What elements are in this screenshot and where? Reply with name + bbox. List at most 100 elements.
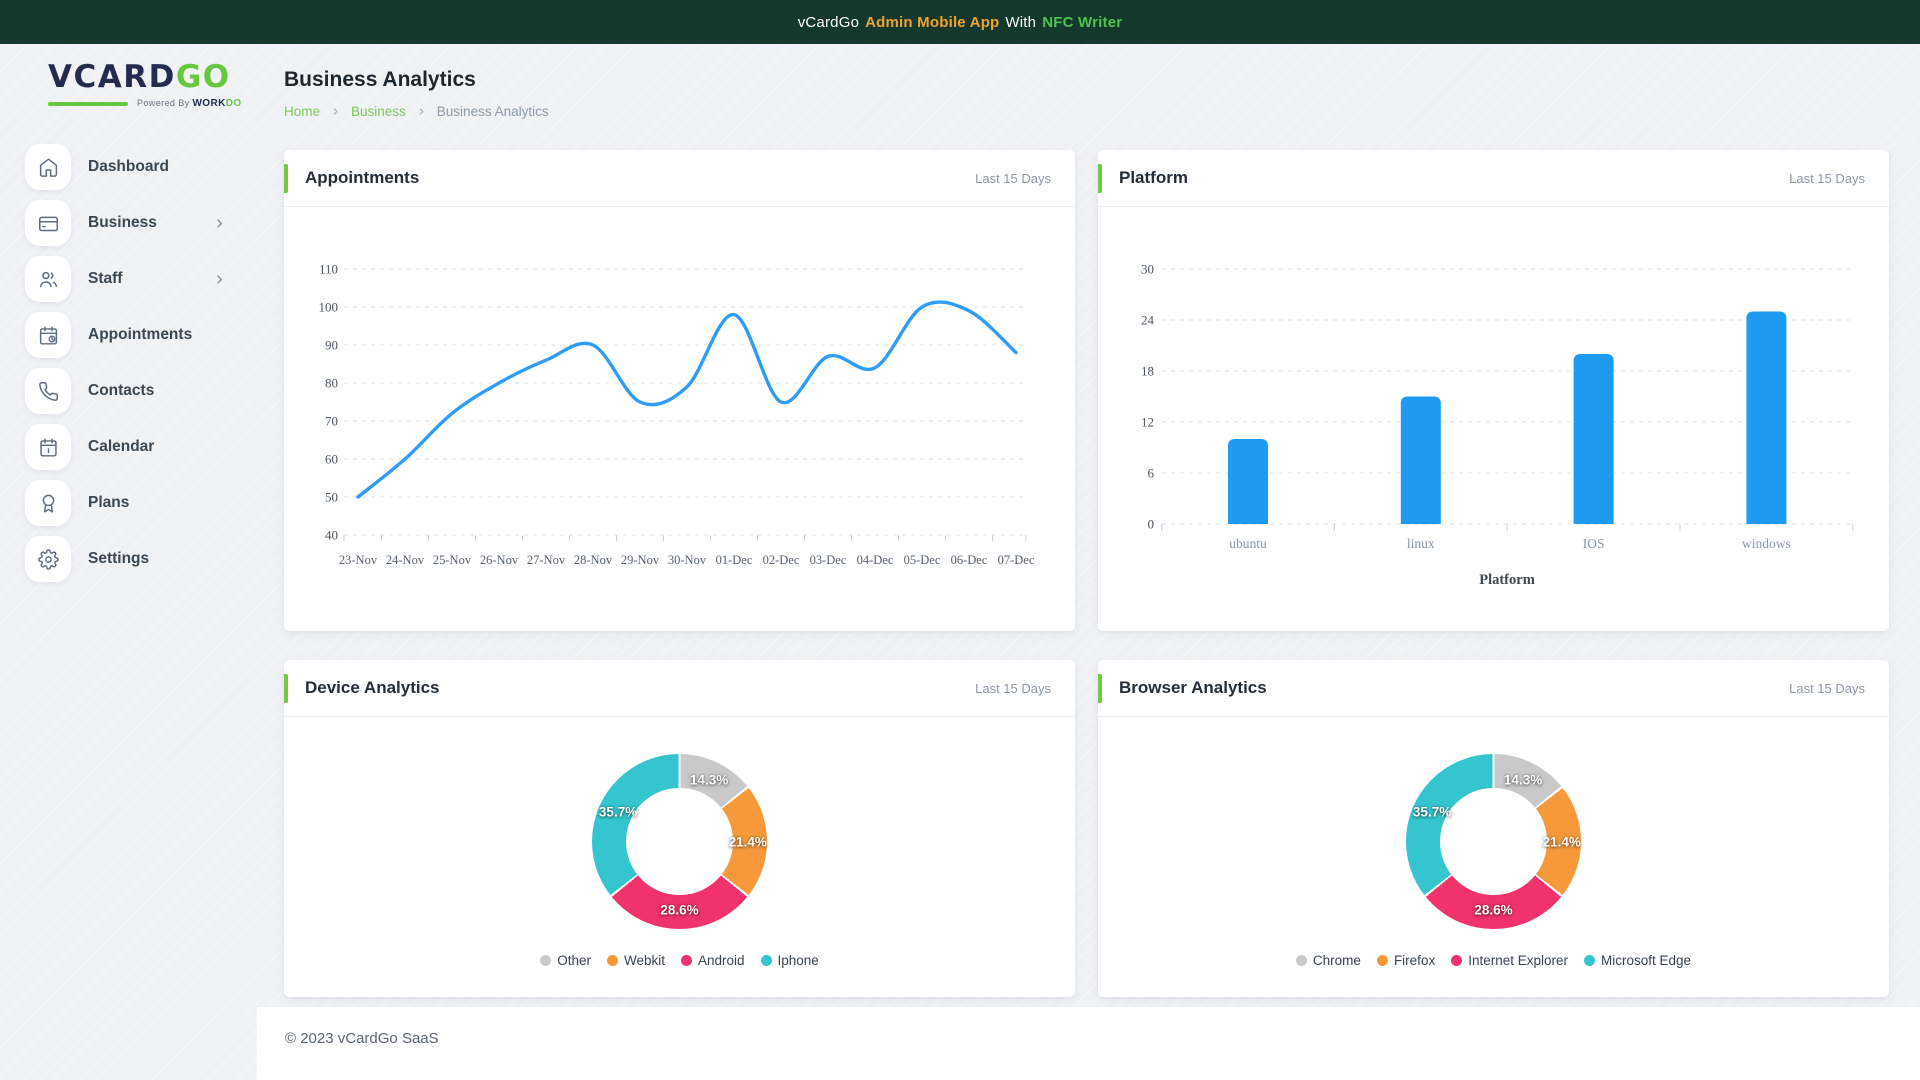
card-appointments-header: Appointments Last 15 Days bbox=[284, 150, 1075, 207]
sidebar-item-plans[interactable]: Plans bbox=[0, 475, 257, 531]
vcardgo-logo[interactable]: VCARDGO Powered By WORKDO bbox=[48, 60, 257, 109]
y-tick-label: 50 bbox=[325, 490, 338, 505]
y-tick-label: 60 bbox=[325, 452, 338, 467]
x-tick-label: 26-Nov bbox=[480, 553, 519, 567]
sidebar-item-contacts[interactable]: Contacts bbox=[0, 363, 257, 419]
sidebar-item-appointments[interactable]: Appointments bbox=[0, 307, 257, 363]
y-tick-label: 12 bbox=[1141, 415, 1154, 430]
x-tick-label: 04-Dec bbox=[857, 553, 894, 567]
x-tick-label: 27-Nov bbox=[527, 553, 566, 567]
x-tick-label: 28-Nov bbox=[574, 553, 613, 567]
sidebar-item-settings[interactable]: Settings bbox=[0, 531, 257, 587]
bar-linux bbox=[1401, 397, 1441, 525]
donut-percent-label: 14.3% bbox=[690, 773, 728, 788]
platform-bar-chart: 3024181260ubuntulinuxIOSwindowsPlatform bbox=[1098, 207, 1889, 598]
device-legend: Other Webkit Android Iphone bbox=[540, 953, 819, 968]
legend-item-internet-explorer[interactable]: Internet Explorer bbox=[1451, 953, 1568, 968]
card-device-analytics: Device Analytics Last 15 Days 14.3%21.4%… bbox=[284, 660, 1075, 997]
category-label: IOS bbox=[1583, 536, 1605, 551]
donut-percent-label: 35.7% bbox=[1413, 804, 1451, 819]
card-title: Device Analytics bbox=[305, 678, 440, 698]
y-tick-label: 110 bbox=[319, 262, 338, 277]
legend-item-firefox[interactable]: Firefox bbox=[1377, 953, 1435, 968]
breadcrumb-item-home[interactable]: Home bbox=[284, 104, 320, 119]
y-tick-label: 24 bbox=[1141, 313, 1155, 328]
category-label: linux bbox=[1407, 536, 1435, 551]
y-tick-label: 18 bbox=[1141, 364, 1154, 379]
donut-hole bbox=[1440, 788, 1546, 894]
browser-legend: Chrome Firefox Internet Explorer Microsoft … bbox=[1296, 953, 1691, 968]
legend-item-microsoft-edge[interactable]: Microsoft Edge bbox=[1584, 953, 1691, 968]
bar-windows bbox=[1746, 312, 1786, 525]
y-tick-label: 70 bbox=[325, 414, 338, 429]
breadcrumb-item-business[interactable]: Business bbox=[351, 104, 406, 119]
legend-dot bbox=[540, 955, 551, 966]
credit-card-icon bbox=[25, 200, 71, 246]
appointments-line-chart: 11010090807060504023-Nov24-Nov25-Nov26-N… bbox=[284, 207, 1075, 588]
x-tick-label: 03-Dec bbox=[810, 553, 847, 567]
x-tick-label: 29-Nov bbox=[621, 553, 660, 567]
logo-powered-by: Powered By WORKDO bbox=[137, 98, 242, 109]
donut-percent-label: 21.4% bbox=[1543, 834, 1581, 849]
y-tick-label: 90 bbox=[325, 338, 338, 353]
sidebar-item-dashboard[interactable]: Dashboard bbox=[0, 139, 257, 195]
calendar-icon bbox=[25, 424, 71, 470]
breadcrumb: HomeBusinessBusiness Analytics bbox=[284, 102, 1889, 120]
y-tick-label: 80 bbox=[325, 376, 338, 391]
legend-item-iphone[interactable]: Iphone bbox=[761, 953, 819, 968]
sidebar-item-calendar[interactable]: Calendar bbox=[0, 419, 257, 475]
sidebar-item-business[interactable]: Business bbox=[0, 195, 257, 251]
card-device-analytics-header: Device Analytics Last 15 Days bbox=[284, 660, 1075, 717]
legend-dot bbox=[1584, 955, 1595, 966]
legend-label: Webkit bbox=[624, 953, 665, 968]
phone-icon bbox=[25, 368, 71, 414]
workdo-brand-work: WORK bbox=[192, 98, 225, 109]
legend-item-chrome[interactable]: Chrome bbox=[1296, 953, 1361, 968]
legend-dot bbox=[1377, 955, 1388, 966]
y-tick-label: 100 bbox=[319, 300, 339, 315]
x-tick-label: 23-Nov bbox=[339, 553, 378, 567]
sidebar-item-label: Staff bbox=[88, 270, 122, 288]
legend-dot bbox=[681, 955, 692, 966]
card-period-label: Last 15 Days bbox=[1789, 681, 1865, 696]
cards-grid: Appointments Last 15 Days 110 100 90 80 70 60… bbox=[284, 150, 1889, 997]
card-period-label: Last 15 Days bbox=[1789, 171, 1865, 186]
legend-item-android[interactable]: Android bbox=[681, 953, 745, 968]
home-icon bbox=[25, 144, 71, 190]
legend-item-webkit[interactable]: Webkit bbox=[607, 953, 665, 968]
card-platform-header: Platform Last 15 Days bbox=[1098, 150, 1889, 207]
main-content: Business Analytics HomeBusinessBusiness … bbox=[257, 44, 1920, 1080]
award-icon bbox=[25, 480, 71, 526]
device-donut-chart: 14.3%21.4%28.6%35.7% bbox=[592, 754, 767, 929]
bar-x-axis-title: Platform bbox=[1479, 572, 1535, 588]
legend-dot bbox=[1451, 955, 1462, 966]
card-platform: Platform Last 15 Days 3024181260ubuntuli… bbox=[1098, 150, 1889, 631]
chevron-right-icon bbox=[212, 272, 227, 287]
legend-label: Internet Explorer bbox=[1468, 953, 1568, 968]
topbar-brand: vCardGo bbox=[798, 14, 859, 31]
logo-go: GO bbox=[176, 59, 231, 95]
gear-icon bbox=[25, 536, 71, 582]
browser-donut-chart: 14.3%21.4%28.6%35.7% bbox=[1406, 754, 1581, 929]
x-tick-label: 30-Nov bbox=[668, 553, 707, 567]
calendar-clock-icon bbox=[25, 312, 71, 358]
sidebar-item-label: Calendar bbox=[88, 438, 154, 456]
logo-underline bbox=[48, 102, 128, 106]
card-browser-analytics: Browser Analytics Last 15 Days 14.3%21.4… bbox=[1098, 660, 1889, 997]
x-axis-ticks bbox=[1162, 524, 1853, 531]
legend-item-other[interactable]: Other bbox=[540, 953, 591, 968]
powered-by-text: Powered By bbox=[137, 98, 190, 108]
sidebar-nav: DashboardBusiness Staff AppointmentsContac… bbox=[0, 139, 257, 587]
footer: © 2023 vCardGo SaaS bbox=[257, 1007, 1920, 1080]
x-tick-label: 05-Dec bbox=[904, 553, 941, 567]
sidebar-item-staff[interactable]: Staff bbox=[0, 251, 257, 307]
x-axis-labels: 23-Nov24-Nov25-Nov26-Nov27-Nov28-Nov29-N… bbox=[339, 553, 1035, 567]
legend-label: Microsoft Edge bbox=[1601, 953, 1691, 968]
card-title: Browser Analytics bbox=[1119, 678, 1267, 698]
chevron-right-icon bbox=[212, 216, 227, 231]
logo-vcard: VCARD bbox=[48, 59, 176, 95]
footer-text: © 2023 vCardGo SaaS bbox=[285, 1030, 439, 1047]
card-period-label: Last 15 Days bbox=[975, 171, 1051, 186]
x-tick-label: 02-Dec bbox=[763, 553, 800, 567]
legend-label: Iphone bbox=[778, 953, 819, 968]
